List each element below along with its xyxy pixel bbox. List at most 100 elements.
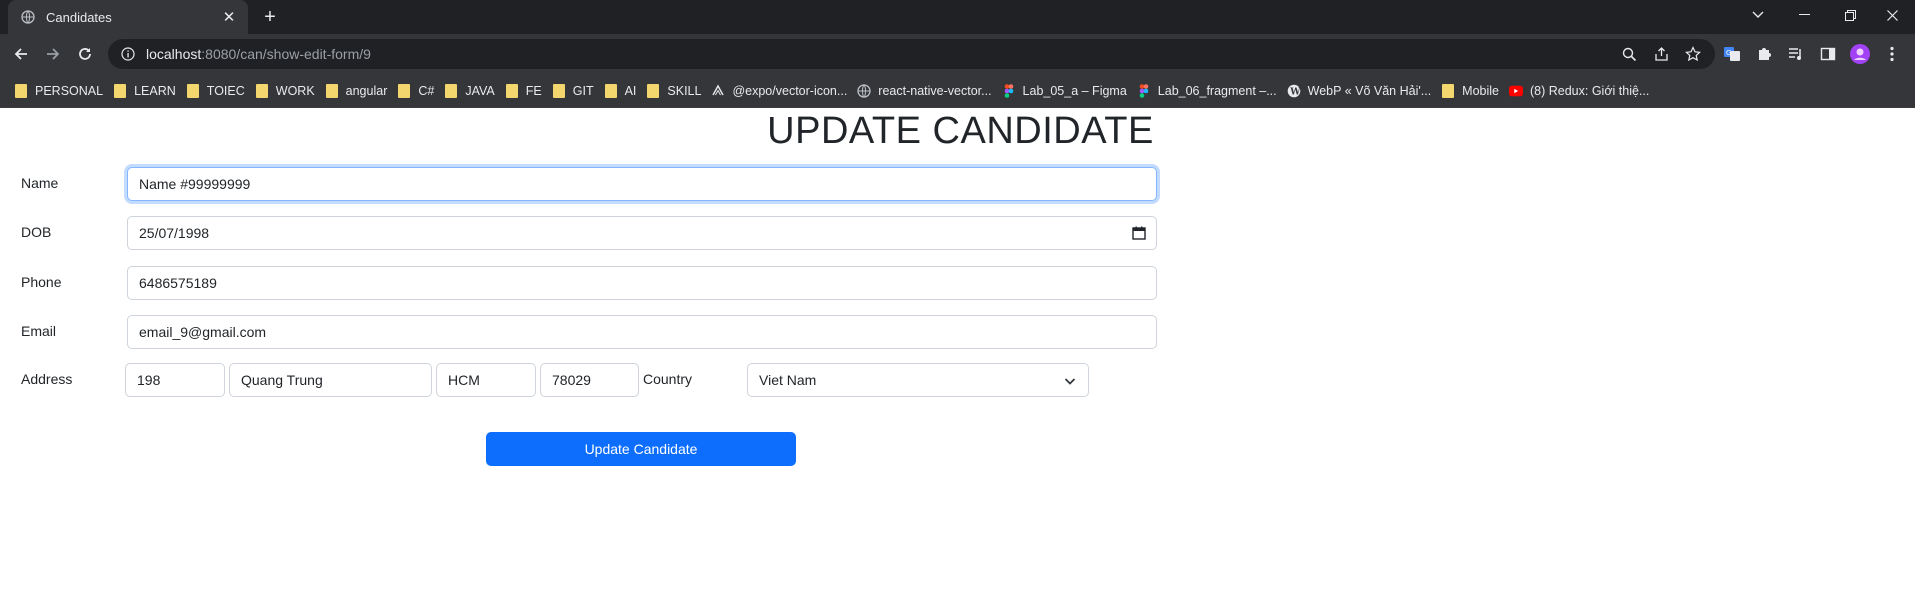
browser-toolbar: localhost:8080/can/show-edit-form/9 G	[0, 34, 1915, 74]
profile-avatar-icon[interactable]	[1847, 41, 1873, 67]
update-candidate-button[interactable]: Update Candidate	[486, 432, 796, 466]
bookmark-label: Mobile	[1462, 83, 1499, 98]
wordpress-icon: W	[1287, 84, 1301, 98]
bookmark-item[interactable]: AI	[602, 77, 645, 105]
svg-text:G: G	[1726, 49, 1731, 57]
reload-icon[interactable]	[70, 39, 100, 69]
bookmark-label: angular	[345, 83, 388, 98]
email-value: email_9@gmail.com	[139, 324, 267, 340]
name-value: Name #99999999	[139, 176, 251, 192]
bookmark-label: TOIEC	[206, 83, 245, 98]
update-candidate-form: UPDATE CANDIDATE Name Name #99999999 DOB…	[0, 108, 1915, 614]
phone-label: Phone	[21, 274, 62, 290]
browser-menu-icon[interactable]	[1879, 41, 1905, 67]
bookmark-item[interactable]: @expo/vector-icon...	[709, 77, 855, 105]
site-info-icon[interactable]	[120, 46, 136, 62]
tab-candidates[interactable]: Candidates ✕	[8, 0, 248, 34]
minimize-button[interactable]	[1781, 0, 1827, 30]
bookmark-label: Lab_06_fragment –...	[1157, 83, 1277, 98]
new-tab-button[interactable]: +	[258, 5, 282, 29]
bookmark-item[interactable]: SKILL	[644, 77, 709, 105]
folder-icon	[397, 83, 411, 98]
close-tab-icon[interactable]: ✕	[220, 8, 238, 26]
bookmark-item[interactable]: FE	[503, 77, 550, 105]
folder-icon	[255, 83, 269, 98]
folder-icon	[113, 83, 127, 98]
bookmark-item[interactable]: react-native-vector...	[855, 77, 999, 105]
zip-value: 78029	[552, 372, 591, 388]
bookmark-label: JAVA	[465, 83, 495, 98]
street-value: Quang Trung	[241, 372, 323, 388]
bookmark-item[interactable]: WORK	[253, 77, 323, 105]
bookmark-label: PERSONAL	[35, 83, 104, 98]
phone-input[interactable]: 6486575189	[127, 266, 1157, 300]
email-label: Email	[21, 323, 57, 339]
bookmark-item[interactable]: Mobile	[1439, 77, 1507, 105]
svg-text:W: W	[1289, 87, 1301, 97]
restore-button[interactable]	[1827, 0, 1873, 30]
zip-input[interactable]: 78029	[540, 363, 639, 397]
street-input[interactable]: Quang Trung	[229, 363, 432, 397]
bookmark-label: (8) Redux: Giới thiệ...	[1530, 83, 1650, 98]
youtube-icon	[1509, 84, 1523, 98]
address-label: Address	[21, 371, 73, 387]
globe-icon	[20, 9, 36, 25]
name-label: Name	[21, 175, 59, 191]
zoom-icon[interactable]	[1617, 42, 1641, 66]
email-input[interactable]: email_9@gmail.com	[127, 315, 1157, 349]
bookmark-item[interactable]: angular	[323, 77, 396, 105]
country-label: Country	[643, 371, 693, 387]
tab-search-icon[interactable]	[1735, 0, 1781, 30]
folder-icon	[14, 83, 28, 98]
bookmark-label: Lab_05_a – Figma	[1022, 83, 1127, 98]
folder-icon	[325, 83, 339, 98]
bookmark-label: LEARN	[134, 83, 176, 98]
bookmark-item[interactable]: (8) Redux: Giới thiệ...	[1507, 77, 1657, 105]
extensions-puzzle-icon[interactable]	[1751, 41, 1777, 67]
bookmark-label: @expo/vector-icon...	[732, 83, 848, 98]
folder-icon	[646, 83, 660, 98]
media-queue-icon[interactable]	[1783, 41, 1809, 67]
figma-icon	[1137, 83, 1151, 98]
share-icon[interactable]	[1649, 42, 1673, 66]
bookmark-item[interactable]: Lab_06_fragment –...	[1135, 77, 1285, 105]
folder-icon	[604, 83, 618, 98]
bookmark-star-icon[interactable]	[1681, 42, 1705, 66]
bookmark-item[interactable]: W WebP « Võ Văn Hải'...	[1285, 77, 1440, 105]
name-input[interactable]: Name #99999999	[127, 167, 1157, 201]
bookmark-item[interactable]: LEARN	[111, 77, 184, 105]
bookmark-item[interactable]: Lab_05_a – Figma	[1000, 77, 1135, 105]
bookmark-label: SKILL	[667, 83, 702, 98]
forward-icon[interactable]	[38, 39, 68, 69]
translate-icon[interactable]: G	[1719, 41, 1745, 67]
bookmark-label: GIT	[572, 83, 594, 98]
browser-chrome: Candidates ✕ + localhost:8080/can/show-e…	[0, 0, 1915, 108]
dob-input[interactable]: 25/07/1998	[127, 216, 1157, 250]
close-window-button[interactable]	[1869, 0, 1915, 30]
city-input[interactable]: HCM	[436, 363, 536, 397]
bookmark-item[interactable]: JAVA	[442, 77, 502, 105]
country-select[interactable]: Viet Nam	[747, 363, 1089, 397]
address-bar[interactable]: localhost:8080/can/show-edit-form/9	[108, 39, 1715, 69]
bookmark-label: AI	[624, 83, 637, 98]
bookmark-label: WebP « Võ Văn Hải'...	[1307, 83, 1432, 98]
bookmark-item[interactable]: GIT	[550, 77, 602, 105]
side-panel-icon[interactable]	[1815, 41, 1841, 67]
bookmark-item[interactable]: C#	[395, 77, 442, 105]
country-value: Viet Nam	[759, 372, 817, 388]
bookmark-item[interactable]: PERSONAL	[12, 77, 111, 105]
street-number-value: 198	[137, 372, 161, 388]
bookmark-label: C#	[418, 83, 435, 98]
back-icon[interactable]	[6, 39, 36, 69]
bookmark-item[interactable]: TOIEC	[184, 77, 253, 105]
page-title: UPDATE CANDIDATE	[767, 110, 1154, 152]
folder-icon	[1441, 83, 1455, 98]
extensions-area: G	[1719, 39, 1915, 69]
figma-icon	[1002, 83, 1016, 98]
calendar-icon[interactable]	[1132, 226, 1146, 240]
folder-icon	[444, 83, 458, 98]
bookmark-label: FE	[525, 83, 542, 98]
street-number-input[interactable]: 198	[125, 363, 225, 397]
dob-value: 25/07/1998	[139, 225, 210, 241]
tab-title: Candidates	[46, 9, 112, 25]
